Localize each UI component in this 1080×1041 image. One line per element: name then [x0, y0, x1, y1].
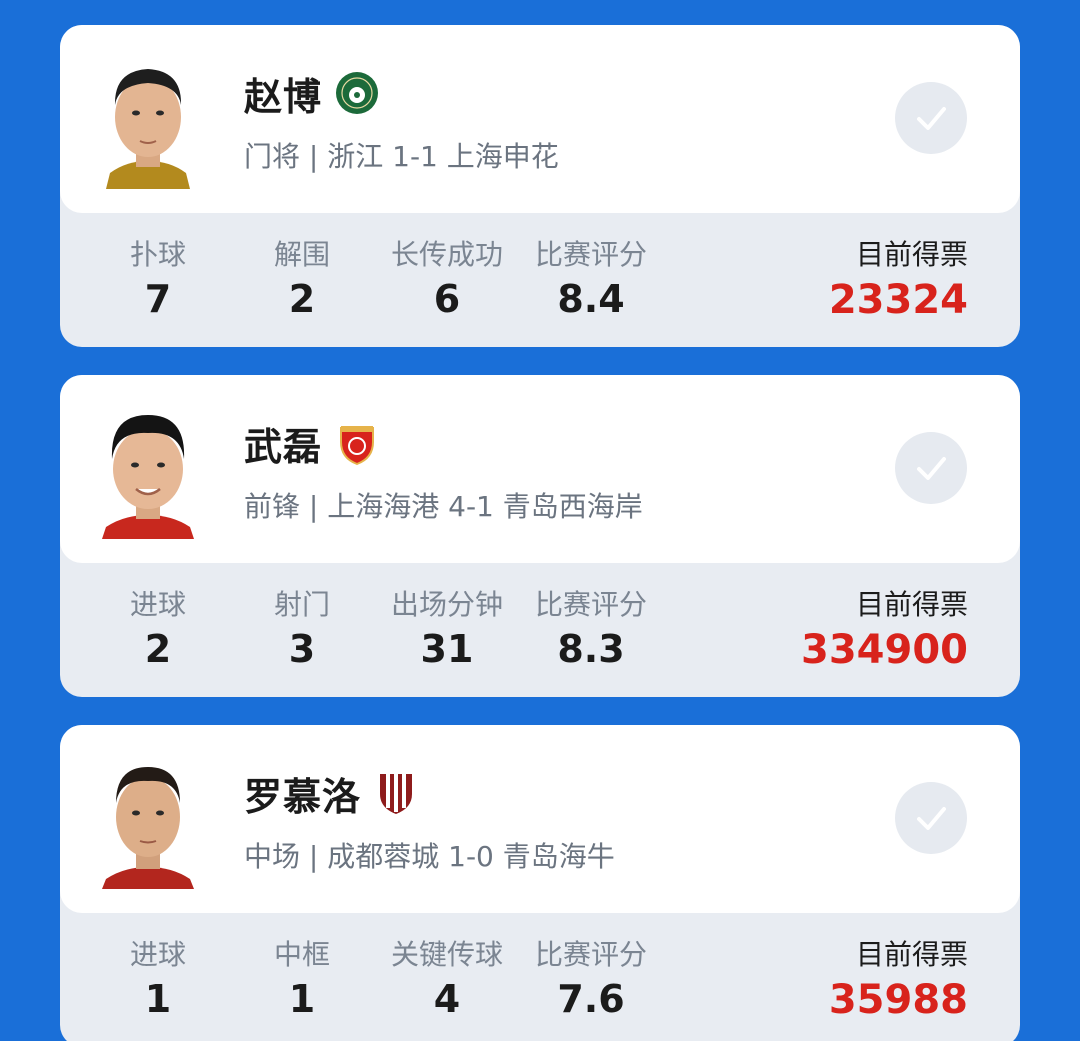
- votes-label: 目前得票: [855, 938, 968, 971]
- vote-check-button[interactable]: [895, 82, 967, 154]
- match-info: 门将 | 浙江 1-1 上海申花: [244, 140, 559, 173]
- stat-label: 中框: [273, 938, 330, 971]
- stat-label: 比赛评分: [534, 938, 647, 971]
- stat-label: 长传成功: [390, 238, 503, 271]
- votes-block: 目前得票 23324: [829, 233, 968, 323]
- votes-count: 23324: [828, 277, 968, 323]
- stat-label: 射门: [273, 588, 330, 621]
- player-header: 武磊 前锋 | 上海海港 4-1 青岛西海岸: [60, 375, 1020, 563]
- vote-check-button[interactable]: [895, 782, 967, 854]
- stat-value: 2: [144, 627, 172, 671]
- votes-count: 334900: [801, 627, 968, 673]
- stat-label: 解围: [273, 238, 330, 271]
- player-photo: [100, 397, 196, 539]
- stat-item: 进球 1: [78, 933, 238, 1021]
- stat-item: 扑球 7: [78, 233, 238, 321]
- stat-value: 1: [144, 977, 172, 1021]
- votes-label: 目前得票: [855, 238, 968, 271]
- chengdu-rongcheng-badge-icon: [373, 770, 419, 816]
- stat-value: 1: [288, 977, 316, 1021]
- player-header: 罗慕洛 中场 | 成都蓉城 1-0 青岛海牛: [60, 725, 1020, 913]
- votes-block: 目前得票 334900: [801, 583, 968, 673]
- check-icon: [917, 457, 946, 480]
- player-photo: [100, 47, 196, 189]
- stat-value: 7.6: [557, 977, 625, 1021]
- stat-item: 长传成功 6: [367, 233, 527, 321]
- stat-label: 关键传球: [390, 938, 503, 971]
- player-name: 武磊: [244, 424, 323, 469]
- stat-value: 6: [433, 277, 461, 321]
- stat-value: 2: [288, 277, 316, 321]
- zhejiang-badge-icon: [334, 70, 380, 116]
- votes-block: 目前得票 35988: [829, 933, 968, 1023]
- stats-row: 扑球 7 解围 2 长传成功 6 比赛评分 8.4 目前得票 23324: [60, 233, 1020, 333]
- stat-value: 7: [144, 277, 172, 321]
- shanghai-port-badge-icon: [334, 420, 380, 466]
- stat-value: 8.3: [557, 627, 625, 671]
- stats-row: 进球 1 中框 1 关键传球 4 比赛评分 7.6 目前得票 35988: [60, 933, 1020, 1033]
- stat-item: 关键传球 4: [367, 933, 527, 1021]
- votes-count: 35988: [828, 977, 968, 1023]
- stat-value: 31: [420, 627, 474, 671]
- stat-label: 进球: [129, 938, 186, 971]
- vote-check-button[interactable]: [895, 432, 967, 504]
- stat-label: 比赛评分: [534, 588, 647, 621]
- check-icon: [917, 807, 946, 830]
- player-card: 武磊 前锋 | 上海海港 4-1 青岛西海岸 进球 2 射门 3 出场分钟 31…: [60, 375, 1020, 697]
- stat-item: 比赛评分 7.6: [511, 933, 671, 1021]
- player-name: 罗慕洛: [244, 774, 362, 819]
- stat-label: 进球: [129, 588, 186, 621]
- stat-item: 射门 3: [222, 583, 382, 671]
- stat-item: 进球 2: [78, 583, 238, 671]
- stat-value: 3: [288, 627, 316, 671]
- stat-item: 出场分钟 31: [367, 583, 527, 671]
- stat-item: 中框 1: [222, 933, 382, 1021]
- stat-label: 扑球: [129, 238, 186, 271]
- player-name: 赵博: [244, 74, 323, 119]
- stat-item: 比赛评分 8.3: [511, 583, 671, 671]
- match-info: 前锋 | 上海海港 4-1 青岛西海岸: [244, 490, 643, 523]
- player-card: 赵博 门将 | 浙江 1-1 上海申花 扑球 7 解围 2 长传成功 6 比赛评…: [60, 25, 1020, 347]
- check-icon: [917, 107, 946, 130]
- stats-row: 进球 2 射门 3 出场分钟 31 比赛评分 8.3 目前得票 334900: [60, 583, 1020, 683]
- stat-value: 8.4: [557, 277, 625, 321]
- player-photo: [100, 747, 196, 889]
- stat-item: 解围 2: [222, 233, 382, 321]
- votes-label: 目前得票: [855, 588, 968, 621]
- stat-label: 出场分钟: [390, 588, 503, 621]
- stat-label: 比赛评分: [534, 238, 647, 271]
- match-info: 中场 | 成都蓉城 1-0 青岛海牛: [244, 840, 615, 873]
- player-card: 罗慕洛 中场 | 成都蓉城 1-0 青岛海牛 进球 1 中框 1 关键传球 4 …: [60, 725, 1020, 1041]
- stat-item: 比赛评分 8.4: [511, 233, 671, 321]
- stat-value: 4: [433, 977, 461, 1021]
- player-header: 赵博 门将 | 浙江 1-1 上海申花: [60, 25, 1020, 213]
